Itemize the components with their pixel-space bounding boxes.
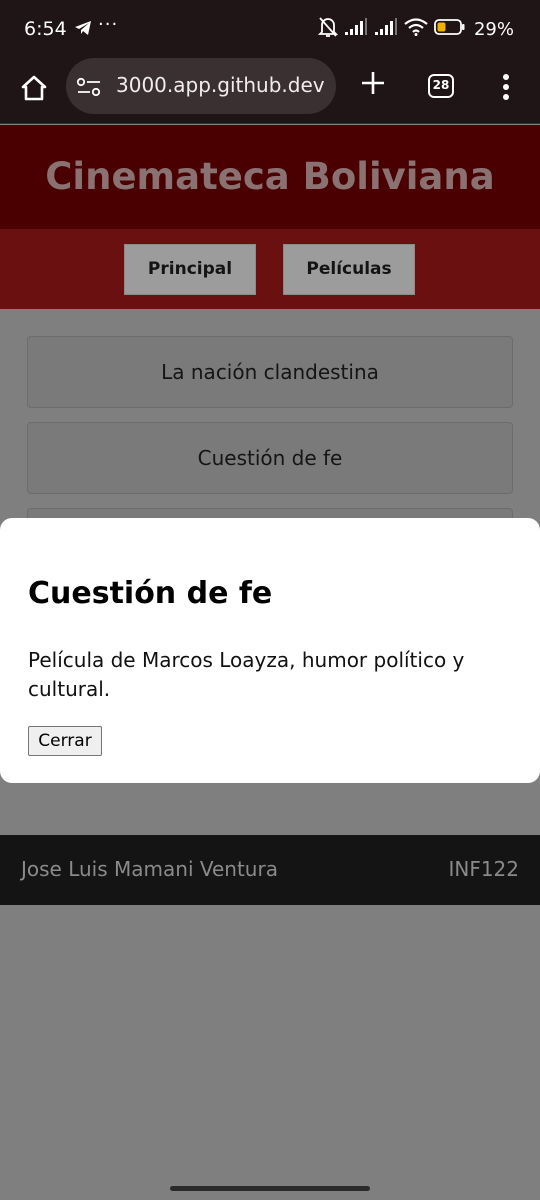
- signal-icon: [344, 18, 368, 40]
- main-nav: Principal Películas: [0, 229, 540, 309]
- site-header: Cinemateca Boliviana: [0, 125, 540, 229]
- battery-percent: 29%: [473, 18, 514, 40]
- modal-title: Cuestión de fe: [28, 576, 273, 611]
- address-bar[interactable]: 3000.app.github.dev: [66, 58, 336, 114]
- signal-icon: [374, 18, 398, 40]
- status-bar: 6:54 ··· 29%: [0, 0, 540, 56]
- url-text[interactable]: 3000.app.github.dev: [116, 73, 325, 97]
- nav-peliculas-button[interactable]: Películas: [283, 244, 415, 295]
- status-time: 6:54: [24, 18, 67, 40]
- site-settings-icon[interactable]: [76, 76, 102, 102]
- telegram-icon: [74, 20, 92, 40]
- movie-card[interactable]: Cuestión de fe: [27, 422, 513, 494]
- gesture-bar[interactable]: [170, 1186, 370, 1191]
- home-icon[interactable]: [18, 72, 50, 104]
- status-icons: 29%: [317, 16, 514, 42]
- bell-muted-icon: [317, 16, 339, 42]
- tabs-icon[interactable]: 28: [428, 74, 454, 98]
- browser-toolbar: 3000.app.github.dev 28: [0, 56, 540, 124]
- nav-principal-button[interactable]: Principal: [124, 244, 256, 295]
- more-vert-icon[interactable]: [500, 73, 512, 101]
- footer-course-code: INF122: [448, 857, 519, 881]
- more-notifications-icon: ···: [98, 14, 119, 35]
- modal-description: Película de Marcos Loayza, humor polític…: [28, 648, 465, 701]
- site-footer: Jose Luis Mamani Ventura INF122: [0, 835, 540, 905]
- battery-icon: [434, 18, 466, 40]
- close-button[interactable]: Cerrar: [28, 726, 102, 756]
- plus-icon[interactable]: [360, 70, 386, 96]
- wifi-icon: [404, 18, 428, 40]
- movie-modal: Cuestión de fe Película de Marcos Loayza…: [0, 518, 540, 783]
- site-title: Cinemateca Boliviana: [45, 155, 495, 198]
- footer-author: Jose Luis Mamani Ventura: [21, 857, 278, 881]
- movie-card[interactable]: La nación clandestina: [27, 336, 513, 408]
